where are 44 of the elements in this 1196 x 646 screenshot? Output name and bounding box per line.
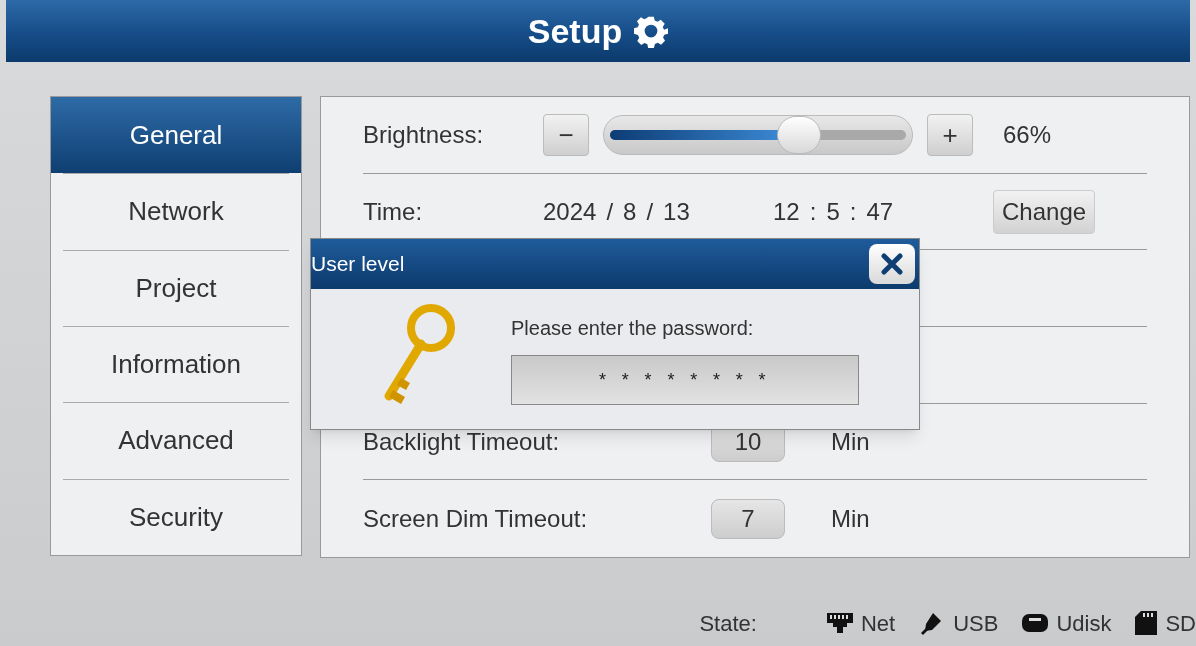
close-button[interactable] [869, 244, 915, 284]
status-label: SD [1165, 609, 1196, 638]
sd-card-icon [1135, 611, 1158, 635]
sidebar-tab[interactable]: Advanced [63, 402, 289, 479]
minutes-field[interactable]: 7 [711, 498, 785, 539]
setting-label: Brightness: [363, 119, 485, 150]
page-title: Setup [527, 10, 623, 52]
date-text: / [606, 196, 614, 227]
increase-button[interactable]: + [927, 113, 973, 156]
sidebar-tab[interactable]: Information [63, 326, 289, 403]
change-button[interactable]: Change [993, 189, 1096, 234]
password-field[interactable]: * * * * * * * * [511, 355, 859, 405]
brightness-value: 66% [1003, 119, 1052, 150]
date-text: 2024 [543, 196, 597, 227]
close-icon [880, 252, 904, 276]
date-text: / [646, 196, 654, 227]
sidebar-tab[interactable]: General [51, 97, 301, 174]
time-text: : [849, 196, 857, 227]
state-label: State: [699, 609, 757, 638]
password-prompt: Please enter the password: [511, 316, 755, 341]
setting-label: Time: [363, 196, 424, 227]
time-text: 12 [773, 196, 800, 227]
unit-label: Min [831, 503, 870, 534]
setting-label: Screen Dim Timeout: [363, 503, 589, 534]
ethernet-port-icon [826, 613, 853, 633]
time-text: 5 [826, 196, 840, 227]
status-label: Net [860, 609, 896, 638]
time-text: : [809, 196, 817, 227]
date-text: 13 [663, 196, 690, 227]
decrease-button[interactable]: − [543, 113, 589, 156]
sidebar-tab[interactable]: Security [63, 478, 289, 555]
brightness-slider[interactable] [603, 114, 913, 155]
unit-label: Min [831, 426, 870, 457]
gear-icon [634, 14, 669, 48]
time-text: 47 [866, 196, 894, 227]
slider-thumb[interactable] [777, 115, 822, 154]
date-text: 8 [623, 196, 637, 227]
status-label: USB [953, 609, 999, 638]
status-label: Udisk [1056, 609, 1112, 638]
sidebar-tab[interactable]: Network [63, 173, 289, 250]
dialog-title: User level [311, 251, 405, 278]
sidebar-tab[interactable]: Project [63, 249, 289, 326]
setting-label: Backlight Timeout: [363, 426, 561, 457]
flash-drive-icon [1022, 612, 1049, 634]
